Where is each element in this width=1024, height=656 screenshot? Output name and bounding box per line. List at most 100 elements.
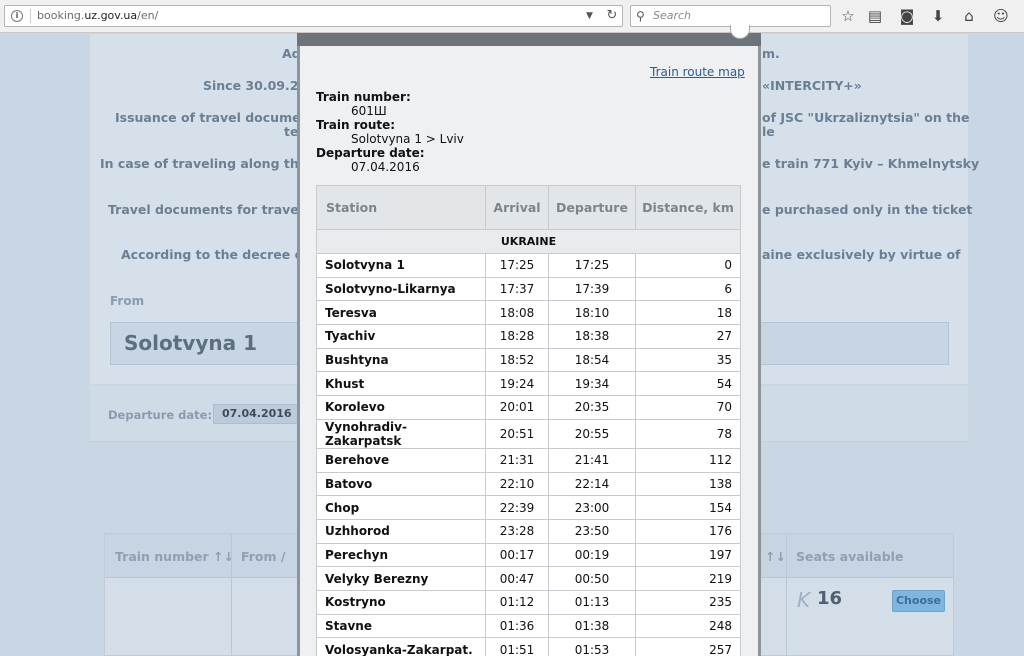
schedule-header-row: Station Arrival Departure Distance, km bbox=[316, 185, 741, 230]
reload-icon[interactable]: ↻ bbox=[603, 6, 621, 26]
home-icon[interactable]: ⌂ bbox=[960, 7, 978, 25]
schedule-row: Teresva 18:08 18:10 18 bbox=[316, 300, 741, 326]
arrival-time: 17:25 bbox=[485, 253, 549, 278]
bookmarks-list-icon[interactable]: ▤ bbox=[866, 7, 884, 25]
notice-right: «INTERCITY+» bbox=[762, 78, 862, 93]
arrival-time: 00:47 bbox=[485, 566, 549, 591]
download-icon[interactable]: ⬇ bbox=[929, 7, 947, 25]
col-from[interactable]: From / bbox=[241, 549, 285, 564]
url-prefix: booking. bbox=[37, 9, 85, 22]
schedule-row: Vynohradiv-Zakarpatsk 20:51 20:55 78 bbox=[316, 418, 741, 449]
col-sort-arrow[interactable]: ↑↓ bbox=[765, 549, 786, 564]
from-value: Solotvyna 1 bbox=[124, 331, 257, 355]
departure-time: 00:19 bbox=[548, 542, 636, 568]
distance-km: 70 bbox=[635, 395, 741, 420]
chat-icon[interactable]: ☺ bbox=[992, 7, 1010, 25]
station-name: Batovo bbox=[316, 471, 486, 497]
departure-time: 01:38 bbox=[548, 613, 636, 639]
train-route-label: Train route: bbox=[316, 118, 396, 132]
url-domain: uz.gov.ua bbox=[84, 9, 138, 22]
notice-right: e purchased only in the ticket bbox=[762, 202, 973, 217]
url-text[interactable]: booking.uz.gov.ua/en/ bbox=[37, 6, 158, 26]
url-suffix: /en/ bbox=[137, 9, 159, 22]
browser-toolbar: i booking.uz.gov.ua/en/ ▼ ↻ ⚲ Search ☆ ▤… bbox=[0, 0, 1024, 33]
station-name: Perechyn bbox=[316, 542, 486, 568]
schedule-row: Bushtyna 18:52 18:54 35 bbox=[316, 347, 741, 373]
departure-time: 19:34 bbox=[548, 371, 636, 397]
schedule-row: Khust 19:24 19:34 54 bbox=[316, 371, 741, 397]
station-name: Velyky Berezny bbox=[316, 566, 486, 591]
col-train-number[interactable]: Train number ↑↓ bbox=[115, 549, 234, 564]
departure-time: 23:00 bbox=[548, 495, 636, 520]
site-info-icon[interactable]: i bbox=[11, 10, 23, 22]
notice-right: of JSC "Ukrzaliznytsia" on the bbox=[762, 110, 970, 125]
train-number-value: 601Ш bbox=[351, 104, 387, 118]
distance-km: 154 bbox=[635, 495, 741, 520]
col-departure: Departure bbox=[548, 185, 636, 230]
url-dropdown-icon[interactable]: ▼ bbox=[586, 6, 593, 26]
search-placeholder: Search bbox=[653, 9, 692, 22]
arrival-time: 00:17 bbox=[485, 542, 549, 568]
departure-time: 00:50 bbox=[548, 566, 636, 591]
distance-km: 54 bbox=[635, 371, 741, 397]
train-number-label: Train number: bbox=[316, 90, 411, 104]
col-seats[interactable]: Seats available bbox=[796, 549, 903, 564]
schedule-row: Stavne 01:36 01:38 248 bbox=[316, 613, 741, 639]
notice-left: Since 30.09.20 bbox=[203, 78, 308, 93]
notice-left: Travel documents for traveling bbox=[108, 202, 326, 217]
station-name: Volosyanka-Zakarpat. bbox=[316, 637, 486, 656]
arrival-time: 01:51 bbox=[485, 637, 549, 656]
train-route-map-link[interactable]: Train route map bbox=[650, 65, 745, 79]
station-name: Bushtyna bbox=[316, 347, 486, 373]
col-divider bbox=[786, 534, 787, 656]
distance-km: 27 bbox=[635, 324, 741, 349]
station-name: Tyachiv bbox=[316, 324, 486, 349]
station-name: Chop bbox=[316, 495, 486, 520]
country-row: UKRAINE bbox=[316, 229, 741, 254]
train-route-modal: Train route map Train number: 601Ш Train… bbox=[297, 46, 761, 656]
distance-km: 78 bbox=[635, 418, 741, 449]
station-name: Uzhhorod bbox=[316, 518, 486, 544]
departure-date-input[interactable]: 07.04.2016 bbox=[213, 404, 301, 424]
schedule-row: Berehove 21:31 21:41 112 bbox=[316, 447, 741, 473]
bookmark-star-icon[interactable]: ☆ bbox=[839, 7, 857, 25]
station-name: Kostryno bbox=[316, 589, 486, 615]
schedule-row: Batovo 22:10 22:14 138 bbox=[316, 471, 741, 497]
arrival-time: 18:52 bbox=[485, 347, 549, 373]
notice-right: aine exclusively by virtue of bbox=[762, 247, 961, 262]
departure-time: 01:13 bbox=[548, 589, 636, 615]
arrival-time: 20:51 bbox=[485, 418, 549, 449]
col-station: Station bbox=[316, 185, 486, 230]
departure-time: 17:39 bbox=[548, 276, 636, 302]
pocket-icon[interactable]: ◙ bbox=[898, 7, 916, 25]
col-divider bbox=[231, 534, 232, 656]
distance-km: 176 bbox=[635, 518, 741, 544]
distance-km: 112 bbox=[635, 447, 741, 473]
station-name: Solotvyno-Likarnya bbox=[316, 276, 486, 302]
arrival-time: 23:28 bbox=[485, 518, 549, 544]
seat-count: 16 bbox=[817, 588, 843, 609]
distance-km: 138 bbox=[635, 471, 741, 497]
departure-time: 23:50 bbox=[548, 518, 636, 544]
arrival-time: 21:31 bbox=[485, 447, 549, 473]
schedule-row: Tyachiv 18:28 18:38 27 bbox=[316, 324, 741, 349]
train-info: Train number: 601Ш Train route: Solotvyn… bbox=[316, 90, 464, 174]
departure-time: 18:38 bbox=[548, 324, 636, 349]
search-bar[interactable]: ⚲ Search bbox=[630, 5, 831, 27]
arrival-time: 01:36 bbox=[485, 613, 549, 639]
notice-left: Issuance of travel document bbox=[115, 110, 316, 125]
col-distance: Distance, km bbox=[635, 185, 741, 230]
distance-km: 197 bbox=[635, 542, 741, 568]
schedule-row: Chop 22:39 23:00 154 bbox=[316, 495, 741, 520]
departure-time: 18:10 bbox=[548, 300, 636, 326]
departure-date-value: 07.04.2016 bbox=[351, 160, 420, 174]
search-icon: ⚲ bbox=[636, 9, 645, 23]
url-bar[interactable]: i booking.uz.gov.ua/en/ ▼ ↻ bbox=[4, 5, 623, 27]
schedule-body: UKRAINE Solotvyna 1 17:25 17:25 0 Solotvyno-… bbox=[316, 229, 741, 656]
notice-right: e train 771 Kyiv – Khmelnytsky bbox=[762, 156, 980, 171]
choose-button[interactable]: Choose bbox=[892, 590, 945, 612]
schedule-row: Uzhhorod 23:28 23:50 176 bbox=[316, 518, 741, 544]
distance-km: 6 bbox=[635, 276, 741, 302]
schedule-row: Kostryno 01:12 01:13 235 bbox=[316, 589, 741, 615]
schedule-row: Solotvyna 1 17:25 17:25 0 bbox=[316, 253, 741, 278]
